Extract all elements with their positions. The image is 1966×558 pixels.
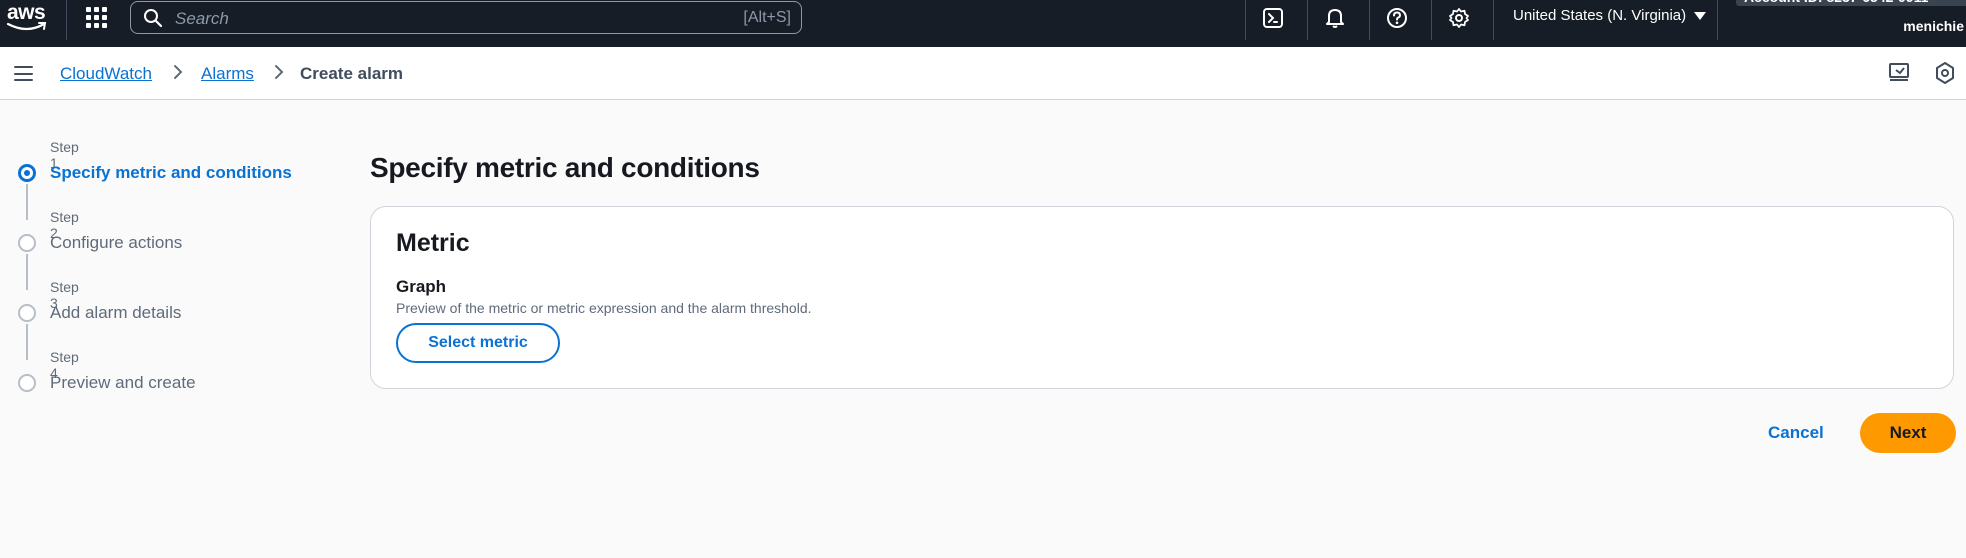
step-3-title: Add alarm details [50, 303, 182, 322]
breadcrumb-current-page: Create alarm [300, 64, 404, 83]
breadcrumb-bar: CloudWatch Alarms Create alarm [0, 47, 1966, 100]
metric-card: Metric Graph Preview of the metric or me… [370, 206, 1954, 389]
top-navigation: aws Search [Alt+S] United States (N. Vir… [0, 0, 1966, 47]
divider [66, 0, 67, 40]
help-icon[interactable] [1383, 4, 1411, 32]
step-4-title: Preview and create [50, 373, 196, 392]
region-label: United States (N. Virginia) [1513, 7, 1687, 24]
step-3-indicator [18, 304, 36, 322]
menu-hamburger-icon[interactable] [14, 66, 33, 81]
step-connector [26, 254, 28, 290]
search-input[interactable]: Search [Alt+S] [130, 1, 802, 34]
notifications-bell-icon[interactable] [1321, 4, 1349, 32]
step-2-indicator [18, 234, 36, 252]
search-icon [144, 9, 163, 28]
step-1-indicator [18, 164, 36, 182]
divider [1431, 0, 1432, 40]
step-4-indicator [18, 374, 36, 392]
account-menu-username[interactable]: menichie [1903, 18, 1964, 34]
step-connector [26, 324, 28, 360]
cloudshell-icon[interactable] [1259, 4, 1287, 32]
breadcrumb-alarms[interactable]: Alarms [201, 64, 254, 84]
tutorial-panel-icon[interactable] [1887, 60, 1913, 86]
region-selector[interactable]: United States (N. Virginia) [1513, 7, 1707, 24]
card-title: Metric [396, 229, 470, 257]
divider [1717, 0, 1718, 40]
step-1-title[interactable]: Specify metric and conditions [50, 163, 292, 183]
step-connector [26, 184, 28, 220]
search-placeholder: Search [175, 9, 229, 28]
select-metric-button[interactable]: Select metric [396, 323, 560, 363]
chevron-right-icon [275, 65, 284, 79]
feedback-hexagon-icon[interactable] [1932, 60, 1958, 86]
settings-gear-icon[interactable] [1445, 4, 1473, 32]
graph-description: Preview of the metric or metric expressi… [396, 300, 812, 316]
cancel-button[interactable]: Cancel [1748, 413, 1844, 453]
graph-label: Graph [396, 277, 447, 296]
apps-grid-icon[interactable] [84, 5, 108, 29]
step-2-title: Configure actions [50, 233, 183, 252]
divider [1307, 0, 1308, 40]
aws-smile-icon [7, 22, 47, 31]
divider [1493, 0, 1494, 40]
caret-down-icon [1694, 11, 1707, 20]
search-shortcut: [Alt+S] [743, 9, 791, 26]
breadcrumb-cloudwatch[interactable]: CloudWatch [60, 64, 152, 84]
aws-logo[interactable]: aws [5, 0, 49, 32]
divider [1369, 0, 1370, 40]
page-title: Specify metric and conditions [370, 152, 760, 183]
chevron-right-icon [174, 65, 183, 79]
divider [1245, 0, 1246, 40]
next-button[interactable]: Next [1860, 413, 1956, 453]
account-id: Account ID: 8237-6542-0911 [1736, 0, 1966, 6]
